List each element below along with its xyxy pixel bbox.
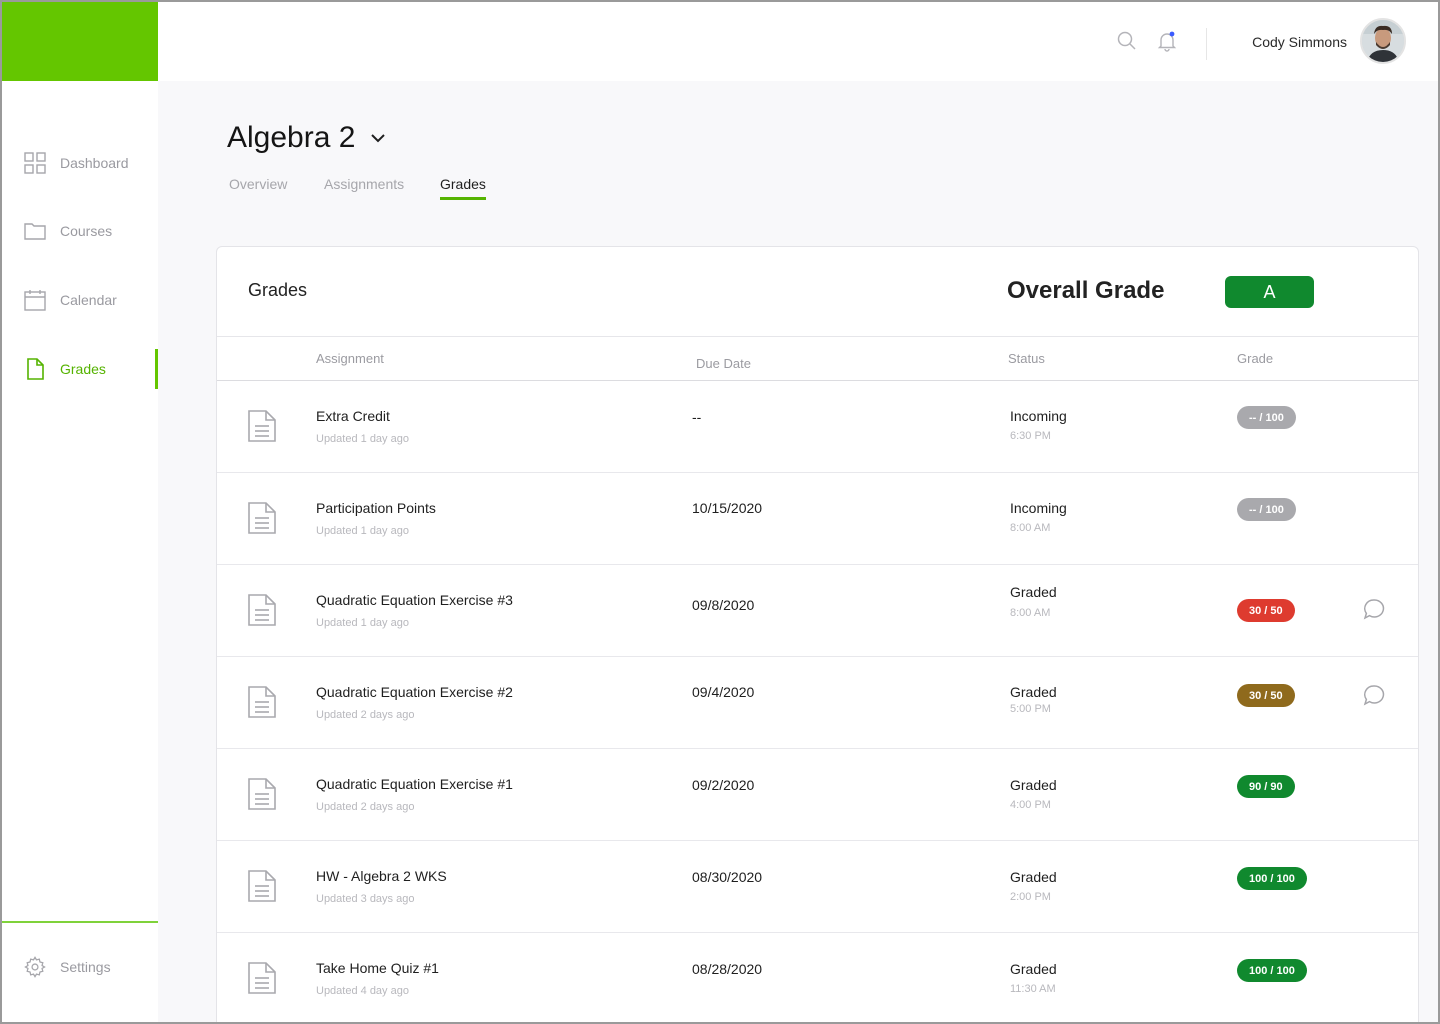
grade-badge[interactable]: -- / 100 xyxy=(1237,498,1296,521)
status-text: Graded xyxy=(1010,961,1057,977)
column-header-grade[interactable]: Grade xyxy=(1237,351,1273,366)
status-time: 2:00 PM xyxy=(1010,891,1051,903)
assignment-name[interactable]: Quadratic Equation Exercise #1 xyxy=(316,776,513,792)
folder-icon xyxy=(24,220,46,242)
assignment-updated: Updated 4 day ago xyxy=(316,985,409,997)
assignment-name[interactable]: HW - Algebra 2 WKS xyxy=(316,868,447,884)
assignment-name[interactable]: Quadratic Equation Exercise #2 xyxy=(316,684,513,700)
due-date: 09/2/2020 xyxy=(692,777,755,793)
calendar-icon xyxy=(24,289,46,311)
column-header-due-date[interactable]: Due Date xyxy=(696,356,751,371)
tab-grades[interactable]: Grades xyxy=(440,176,486,200)
sidebar-item-label: Courses xyxy=(60,223,113,239)
assignment-updated: Updated 2 days ago xyxy=(316,709,415,721)
grades-card: Grades Overall Grade A Assignment Due Da… xyxy=(216,246,1419,1024)
sidebar: Dashboard Courses Calendar Grades Settin… xyxy=(0,0,158,1024)
assignment-updated: Updated 2 days ago xyxy=(316,801,415,813)
status-text: Graded xyxy=(1010,584,1057,600)
grade-badge[interactable]: 30 / 50 xyxy=(1237,684,1295,707)
status-time: 11:30 AM xyxy=(1010,983,1056,995)
search-icon[interactable] xyxy=(1116,30,1138,52)
due-date: 08/28/2020 xyxy=(692,961,763,977)
assignment-name[interactable]: Participation Points xyxy=(316,500,436,516)
bell-icon[interactable] xyxy=(1156,30,1178,52)
app-logo[interactable] xyxy=(0,0,158,81)
grade-badge[interactable]: 30 / 50 xyxy=(1237,599,1295,622)
grade-badge[interactable]: 100 / 100 xyxy=(1237,959,1307,982)
document-icon xyxy=(247,409,277,443)
avatar[interactable] xyxy=(1360,18,1406,64)
sidebar-item-label: Settings xyxy=(60,959,111,975)
comment-icon[interactable] xyxy=(1363,684,1385,706)
table-row[interactable]: HW - Algebra 2 WKS Updated 3 days ago 08/3… xyxy=(217,841,1418,933)
overall-grade-label: Overall Grade xyxy=(1007,277,1165,304)
table-row[interactable]: Quadratic Equation Exercise #3 Updated 1 … xyxy=(217,565,1418,657)
header-divider xyxy=(1206,28,1207,60)
comment-icon[interactable] xyxy=(1363,598,1385,620)
document-icon xyxy=(247,961,277,995)
grade-badge[interactable]: -- / 100 xyxy=(1237,406,1296,429)
document-icon xyxy=(247,501,277,535)
document-icon xyxy=(247,777,277,811)
assignment-name[interactable]: Extra Credit xyxy=(316,408,390,424)
status-time: 5:00 PM xyxy=(1010,703,1051,715)
status-time: 8:00 AM xyxy=(1010,522,1051,534)
due-date: 09/8/2020 xyxy=(692,597,755,613)
sidebar-item-settings[interactable]: Settings xyxy=(0,947,158,987)
grid-icon xyxy=(24,152,46,174)
table-row[interactable]: Take Home Quiz #1 Updated 4 day ago 08/28/… xyxy=(217,933,1418,1024)
course-title-text: Algebra 2 xyxy=(227,121,356,154)
document-icon xyxy=(247,869,277,903)
due-date: 10/15/2020 xyxy=(692,500,763,516)
sidebar-item-dashboard[interactable]: Dashboard xyxy=(0,143,158,183)
assignment-name[interactable]: Quadratic Equation Exercise #3 xyxy=(316,592,513,608)
column-header-status[interactable]: Status xyxy=(1008,351,1045,366)
assignment-updated: Updated 1 day ago xyxy=(316,617,409,629)
due-date: 08/30/2020 xyxy=(692,869,763,885)
status-text: Incoming xyxy=(1010,500,1067,516)
sidebar-item-label: Calendar xyxy=(60,292,117,308)
sidebar-item-label: Grades xyxy=(60,361,106,377)
card-title: Grades xyxy=(248,280,308,300)
status-text: Incoming xyxy=(1010,408,1067,424)
due-date: 09/4/2020 xyxy=(692,684,755,700)
column-header-assignment[interactable]: Assignment xyxy=(316,351,384,366)
due-date: -- xyxy=(692,409,702,425)
assignment-updated: Updated 1 day ago xyxy=(316,433,409,445)
assignment-updated: Updated 3 days ago xyxy=(316,893,415,905)
status-time: 6:30 PM xyxy=(1010,430,1051,442)
grade-badge[interactable]: 100 / 100 xyxy=(1237,867,1307,890)
table-row[interactable]: Quadratic Equation Exercise #1 Updated 2 … xyxy=(217,749,1418,841)
course-title: Algebra 2 xyxy=(227,121,387,155)
status-time: 4:00 PM xyxy=(1010,799,1051,811)
document-icon xyxy=(247,593,277,627)
sidebar-item-calendar[interactable]: Calendar xyxy=(0,280,158,320)
document-icon xyxy=(24,358,46,380)
sidebar-item-courses[interactable]: Courses xyxy=(0,211,158,251)
chevron-down-icon[interactable] xyxy=(369,129,387,147)
status-text: Graded xyxy=(1010,869,1057,885)
tab-assignments[interactable]: Assignments xyxy=(324,176,404,192)
gear-icon xyxy=(24,956,46,978)
status-time: 8:00 AM xyxy=(1010,607,1051,619)
grade-badge[interactable]: 90 / 90 xyxy=(1237,775,1295,798)
table-row[interactable]: Quadratic Equation Exercise #2 Updated 2 … xyxy=(217,657,1418,749)
sidebar-item-grades[interactable]: Grades xyxy=(0,349,158,389)
user-name[interactable]: Cody Simmons xyxy=(1252,34,1347,50)
assignment-updated: Updated 1 day ago xyxy=(316,525,409,537)
card-divider xyxy=(217,336,1418,337)
status-text: Graded xyxy=(1010,684,1057,700)
status-text: Graded xyxy=(1010,777,1057,793)
sidebar-item-label: Dashboard xyxy=(60,155,129,171)
top-header: Cody Simmons xyxy=(158,0,1440,81)
sidebar-divider xyxy=(0,921,158,923)
tab-overview[interactable]: Overview xyxy=(229,176,287,192)
assignment-name[interactable]: Take Home Quiz #1 xyxy=(316,960,439,976)
table-row[interactable]: Extra Credit Updated 1 day ago -- Incoming 6… xyxy=(217,381,1418,473)
overall-grade-badge: A xyxy=(1225,276,1314,308)
table-row[interactable]: Participation Points Updated 1 day ago 10/… xyxy=(217,473,1418,565)
document-icon xyxy=(247,685,277,719)
